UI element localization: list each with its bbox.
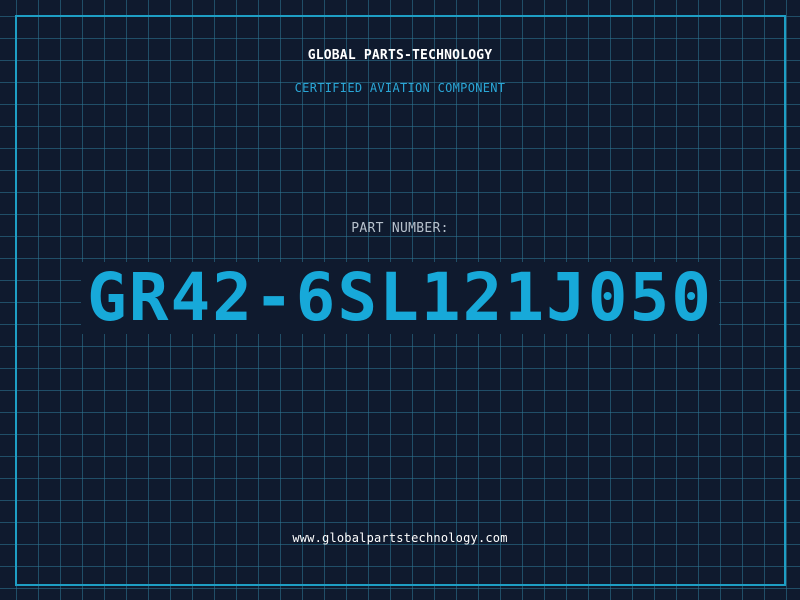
part-number-value: GR42-6SL121J050 — [80, 262, 720, 334]
part-number-label: PART NUMBER: — [351, 221, 449, 236]
brand-name: GLOBAL PARTS-TECHNOLOGY — [307, 48, 493, 63]
part-number-container: GR42-6SL121J050 — [0, 262, 800, 334]
tagline: CERTIFIED AVIATION COMPONENT — [294, 81, 506, 95]
label-card: GLOBAL PARTS-TECHNOLOGY CERTIFIED AVIATI… — [0, 0, 800, 600]
website-url: www.globalpartstechnology.com — [292, 531, 508, 545]
